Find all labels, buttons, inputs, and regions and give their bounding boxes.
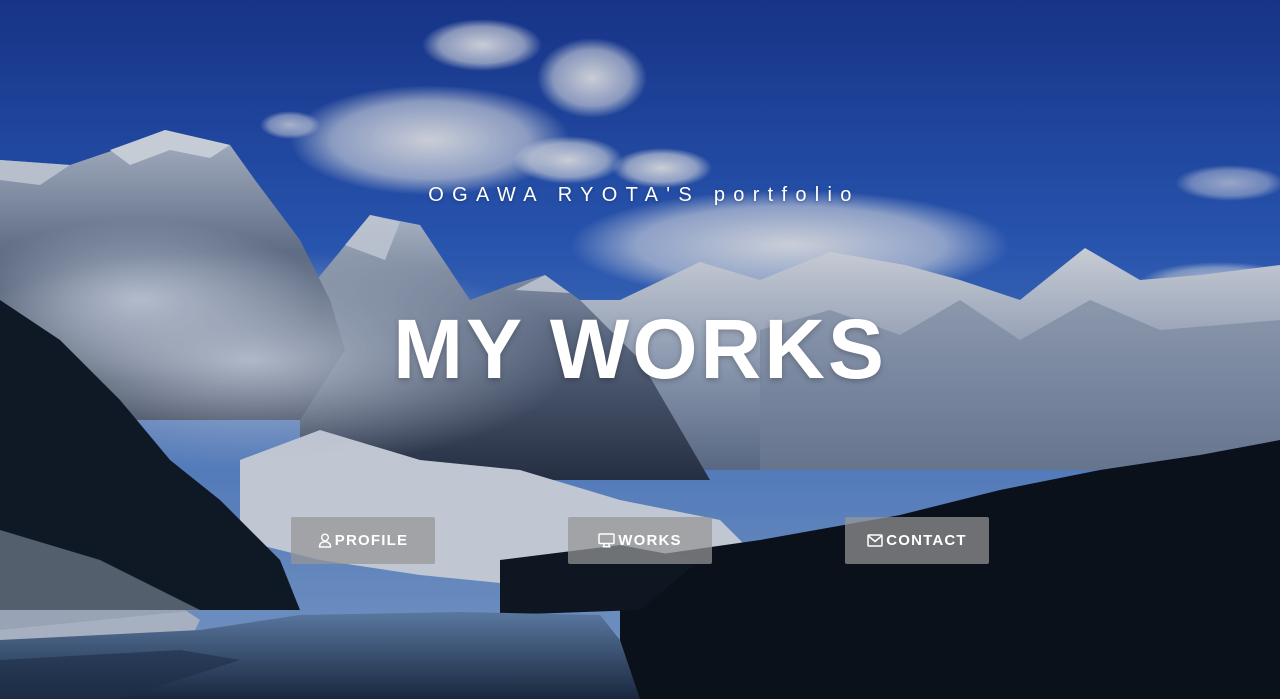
profile-button-label: PROFILE	[334, 532, 409, 549]
monitor-icon	[598, 533, 615, 548]
contact-button[interactable]: CONTACT	[845, 517, 989, 564]
envelope-icon	[867, 534, 883, 547]
works-button-label: WORKS	[618, 532, 682, 549]
hero-section: OGAWA RYOTA'S portfolio MY WORKS PROFILE…	[0, 0, 1280, 699]
profile-button[interactable]: PROFILE	[291, 517, 435, 564]
user-icon	[318, 533, 332, 548]
works-button[interactable]: WORKS	[568, 517, 712, 564]
contact-button-label: CONTACT	[886, 532, 967, 549]
portfolio-subtitle: OGAWA RYOTA'S portfolio	[428, 184, 860, 206]
page-title: MY WORKS	[393, 302, 887, 396]
